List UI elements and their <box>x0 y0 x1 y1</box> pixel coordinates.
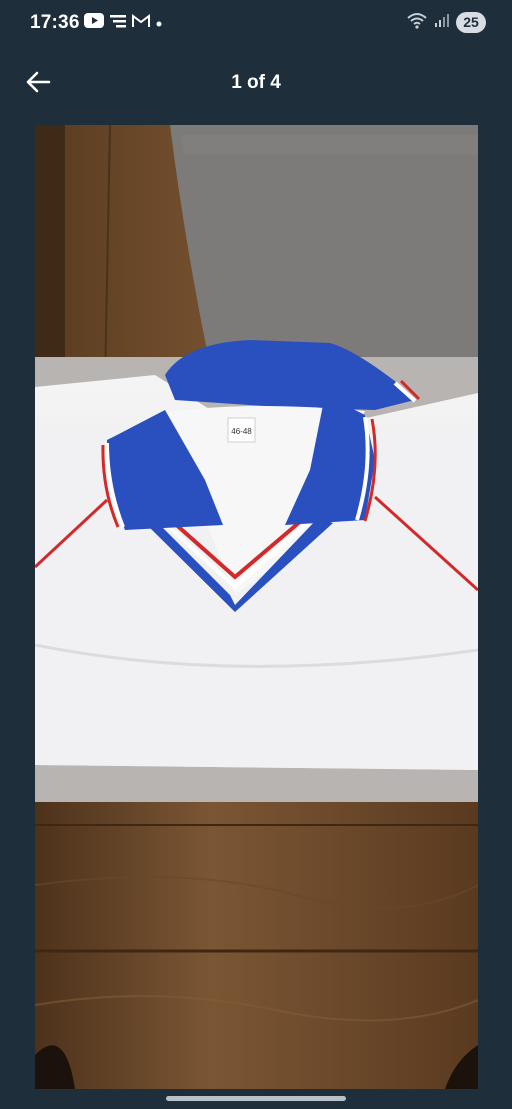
size-tag-label: 46-48 <box>231 427 252 436</box>
page-counter: 1 of 4 <box>231 72 281 93</box>
status-time: 17:36 <box>30 12 80 33</box>
gmail-icon <box>132 13 150 33</box>
notes-icon <box>110 14 126 33</box>
battery-icon: 25 <box>456 12 486 33</box>
signal-icon <box>434 12 450 33</box>
listing-photo[interactable]: 46-48 <box>35 125 478 1089</box>
dot-icon <box>156 14 162 32</box>
status-bar: 17:36 25 <box>0 0 512 44</box>
wifi-icon <box>406 11 428 34</box>
gesture-navigation-bar[interactable] <box>166 1096 346 1101</box>
system-icons: 25 <box>406 11 486 34</box>
viewer-header: 1 of 4 <box>0 44 512 124</box>
youtube-icon <box>84 13 104 33</box>
notification-icons <box>84 13 162 33</box>
